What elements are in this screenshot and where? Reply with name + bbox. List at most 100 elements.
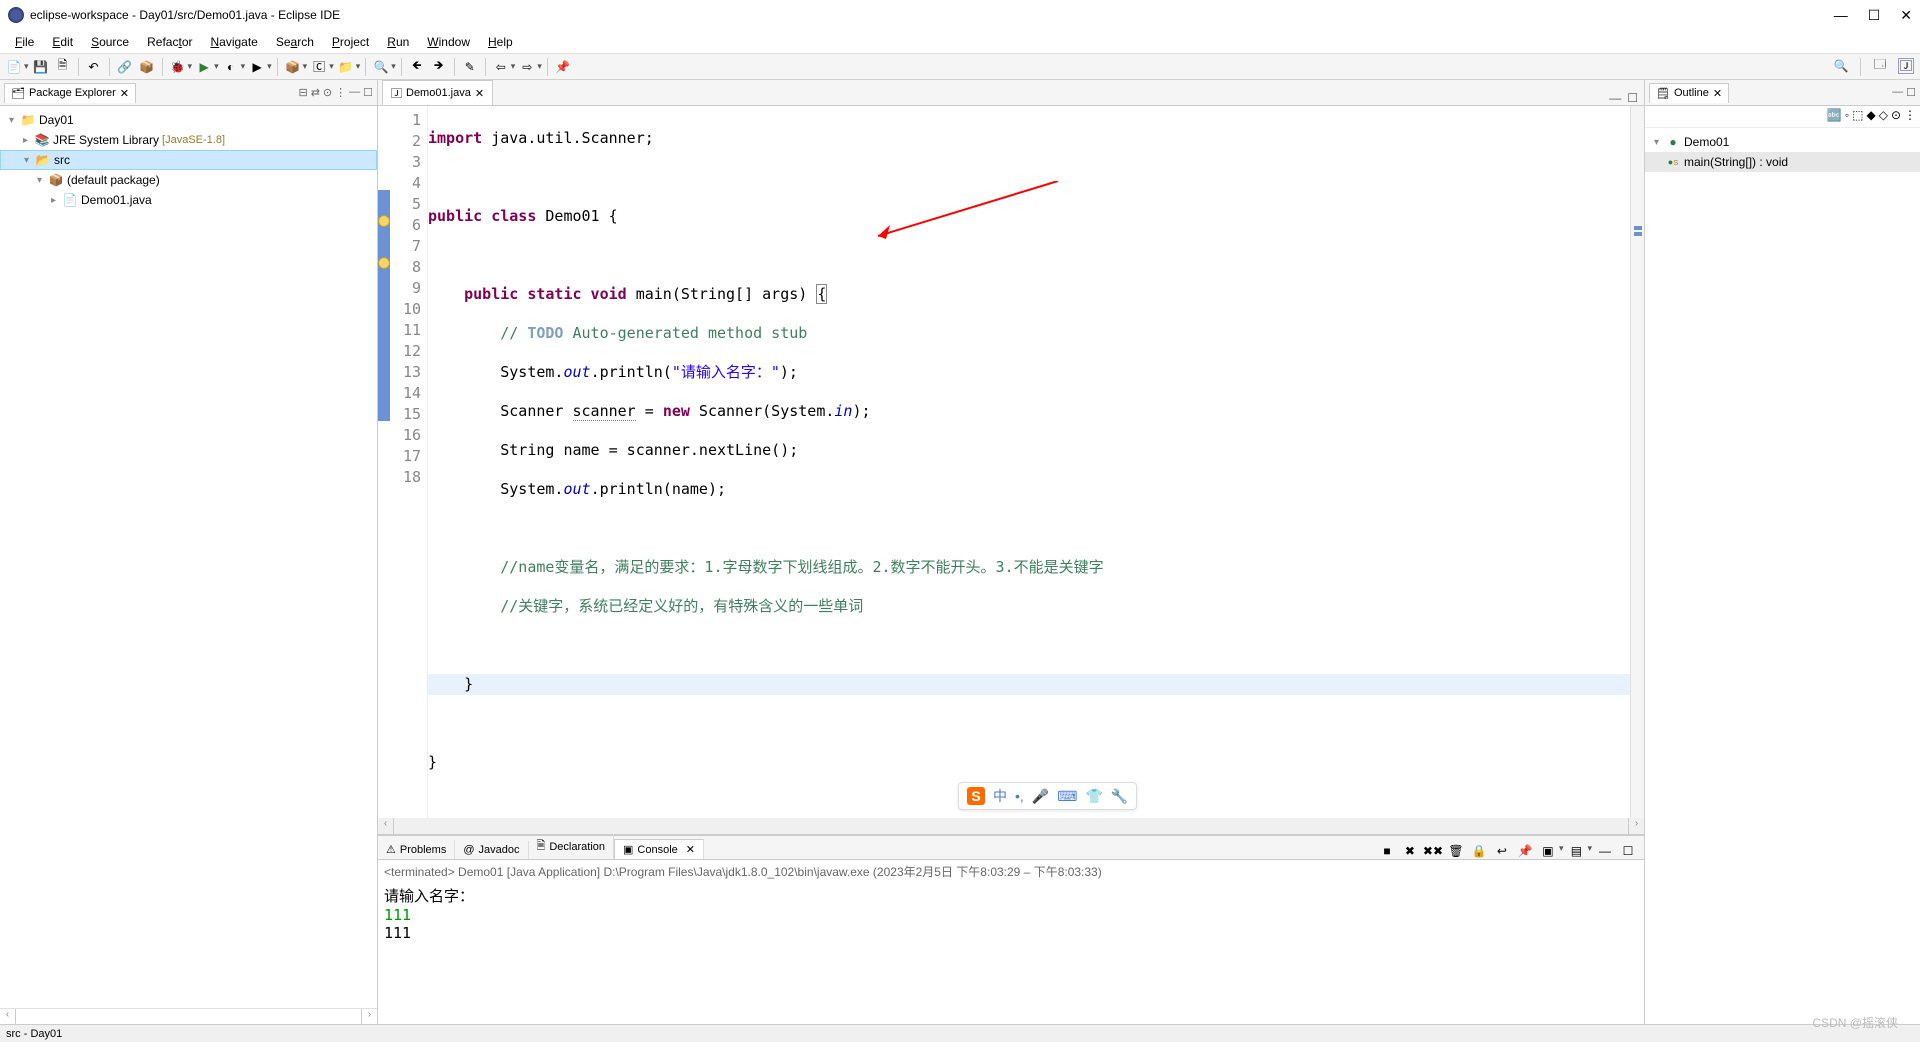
sort-icon[interactable]: 🔤	[1827, 108, 1842, 125]
menu-project[interactable]: Project	[323, 32, 378, 52]
build-icon[interactable]: 📦	[139, 59, 155, 75]
editor-area[interactable]: 12 34 56 78 910 1112 1314 1516 1718 impo…	[378, 106, 1644, 818]
open-type-icon[interactable]: 🔗	[117, 59, 133, 75]
ime-kb-icon[interactable]: ⌨	[1057, 788, 1077, 805]
tree-src[interactable]: ▾📂 src	[0, 150, 377, 170]
menu-search[interactable]: Search	[267, 32, 323, 52]
ime-punct-icon[interactable]: •,	[1015, 788, 1024, 804]
outline-tab[interactable]: 🗒 Outline ✕	[1649, 83, 1729, 103]
outline-tree[interactable]: ▾● Demo01 ●S main(String[]) : void	[1645, 128, 1920, 1024]
menu-edit[interactable]: Edit	[43, 32, 82, 52]
close-button[interactable]: ✕	[1900, 7, 1912, 24]
close-editor-icon[interactable]: ✕	[475, 87, 484, 100]
outline-method[interactable]: ●S main(String[]) : void	[1645, 152, 1920, 172]
run-icon[interactable]: ▶	[196, 59, 212, 75]
menu-refactor[interactable]: Refactor	[138, 32, 201, 52]
last-edit-icon[interactable]: ✎	[462, 59, 478, 75]
next-annotation-icon[interactable]: 🡺	[431, 59, 447, 75]
ime-lang[interactable]: 中	[993, 786, 1007, 806]
remove-launch-icon[interactable]: ✖	[1402, 843, 1418, 859]
outline-maximize-icon[interactable]: ☐	[1906, 86, 1916, 99]
tree-package[interactable]: ▾📦 (default package)	[0, 170, 377, 190]
focus-active-icon[interactable]: ⊙	[1891, 108, 1901, 125]
open-console-icon[interactable]: ▤	[1568, 843, 1584, 859]
scroll-left-icon[interactable]: ‹	[0, 1009, 16, 1024]
package-tree[interactable]: ▾📁 Day01 ▸📚 JRE System Library [JavaSE-1…	[0, 106, 377, 1008]
outline-class[interactable]: ▾● Demo01	[1645, 132, 1920, 152]
scrollbar-h[interactable]	[16, 1009, 361, 1024]
menu-file[interactable]: File	[6, 32, 43, 52]
bottom-minimize-icon[interactable]: —	[1597, 843, 1613, 859]
search-toolbar-icon[interactable]: 🔍	[373, 59, 389, 75]
word-wrap-icon[interactable]: ↩	[1494, 843, 1510, 859]
maximize-button[interactable]: ☐	[1868, 7, 1881, 24]
tab-console[interactable]: ▣Console✕	[614, 839, 704, 859]
new-icon[interactable]: 📄	[6, 59, 22, 75]
scroll-lock-icon[interactable]: 🔒	[1471, 843, 1487, 859]
maximize-icon[interactable]: ☐	[363, 86, 373, 99]
hide-static-icon[interactable]: ⬚	[1852, 108, 1863, 125]
perspective-icon[interactable]: 🗔	[1872, 58, 1888, 74]
menu-source[interactable]: Source	[82, 32, 138, 52]
new-folder-icon[interactable]: 📁	[338, 59, 354, 75]
editor-minimize-icon[interactable]: —	[1609, 91, 1621, 105]
editor-maximize-icon[interactable]: ☐	[1627, 91, 1638, 105]
access-search-icon[interactable]: 🔍	[1833, 58, 1849, 74]
menu-window[interactable]: Window	[418, 32, 479, 52]
scroll-right-icon[interactable]: ›	[361, 1009, 377, 1024]
minimize-icon[interactable]: —	[349, 86, 360, 99]
collapse-all-icon[interactable]: ⊟	[298, 86, 307, 99]
coverage-icon[interactable]: ◐	[223, 59, 239, 75]
remove-all-icon[interactable]: ✖✖	[1425, 843, 1441, 859]
display-console-icon[interactable]: ▣	[1540, 843, 1556, 859]
minimize-button[interactable]: —	[1834, 7, 1848, 24]
hide-fields-icon[interactable]: ◦	[1845, 108, 1849, 125]
close-outline-icon[interactable]: ✕	[1713, 87, 1722, 100]
menu-run[interactable]: Run	[378, 32, 418, 52]
undo-icon[interactable]: ↶	[86, 59, 102, 75]
prev-annotation-icon[interactable]: 🡸	[409, 59, 425, 75]
editor-tab-demo01[interactable]: 🄹 Demo01.java ✕	[382, 80, 493, 105]
debug-icon[interactable]: 🐞	[170, 59, 186, 75]
clear-console-icon[interactable]: 🗑	[1448, 843, 1464, 859]
menu-navigate[interactable]: Navigate	[201, 32, 266, 52]
ime-mic-icon[interactable]: 🎤	[1032, 788, 1049, 805]
hide-local-icon[interactable]: ◇	[1879, 108, 1888, 125]
tab-declaration[interactable]: 🗎Declaration	[529, 834, 615, 859]
save-icon[interactable]: 💾	[33, 59, 49, 75]
bottom-maximize-icon[interactable]: ☐	[1620, 843, 1636, 859]
editor-scroll-right-icon[interactable]: ›	[1628, 818, 1644, 834]
new-class-icon[interactable]: 🄲	[311, 59, 327, 75]
close-tab-icon[interactable]: ✕	[120, 87, 129, 100]
editor-scrollbar-h[interactable]	[394, 818, 1628, 834]
tab-javadoc[interactable]: @Javadoc	[455, 841, 528, 859]
hide-nonpublic-icon[interactable]: ◆	[1866, 108, 1875, 125]
pin-icon[interactable]: 📌	[555, 59, 571, 75]
pin-console-icon[interactable]: 📌	[1517, 843, 1533, 859]
menu-help[interactable]: Help	[479, 32, 522, 52]
ime-toolbar[interactable]: S 中 •, 🎤 ⌨ 👕 🔧	[958, 782, 1137, 810]
link-editor-icon[interactable]: ⇄	[311, 86, 320, 99]
tree-file[interactable]: ▸📄 Demo01.java	[0, 190, 377, 210]
view-menu-icon[interactable]: ⋮	[335, 86, 346, 99]
save-all-icon[interactable]: 🗎	[55, 59, 71, 75]
code-content[interactable]: import java.util.Scanner; public class D…	[428, 106, 1630, 818]
ime-skin-icon[interactable]: 👕	[1085, 788, 1102, 805]
outline-minimize-icon[interactable]: —	[1892, 86, 1903, 99]
editor-scroll-left-icon[interactable]: ‹	[378, 818, 394, 834]
console-output[interactable]: 请输入名字： 111 111	[378, 883, 1644, 1024]
java-perspective-icon[interactable]: 🄹	[1898, 58, 1914, 74]
run-last-icon[interactable]: ▶	[249, 59, 265, 75]
close-console-icon[interactable]: ✕	[686, 843, 695, 856]
tree-jre[interactable]: ▸📚 JRE System Library [JavaSE-1.8]	[0, 130, 377, 150]
outline-menu-icon[interactable]: ⋮	[1904, 108, 1916, 125]
package-explorer-tab[interactable]: 🗂 Package Explorer ✕	[4, 83, 136, 103]
focus-icon[interactable]: ⊙	[323, 86, 332, 99]
tab-problems[interactable]: ⚠Problems	[378, 840, 455, 859]
overview-ruler[interactable]	[1630, 106, 1644, 818]
tree-project[interactable]: ▾📁 Day01	[0, 110, 377, 130]
back-icon[interactable]: ⇦	[493, 59, 509, 75]
forward-icon[interactable]: ⇨	[519, 59, 535, 75]
new-package-icon[interactable]: 📦	[285, 59, 301, 75]
ime-tool-icon[interactable]: 🔧	[1111, 788, 1128, 805]
